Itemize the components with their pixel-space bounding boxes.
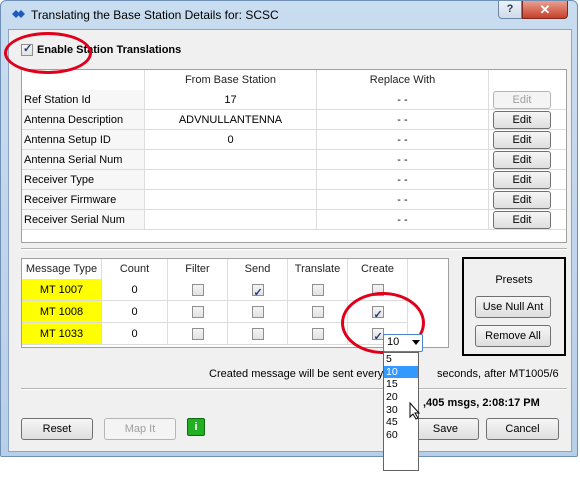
details-from-value: 0 [145,130,317,150]
interval-prefix-label: Created message will be sent every: [209,368,387,380]
interval-select[interactable]: 10 [383,334,423,352]
edit-button[interactable]: Edit [493,131,551,149]
use-null-ant-button[interactable]: Use Null Ant [475,296,551,318]
message-filter-cell [168,323,228,345]
message-translate-cell [288,279,348,301]
details-replace-value: - - [317,110,489,130]
details-row: Antenna Description ADVNULLANTENNA - - Edit [22,110,566,130]
message-send-cell [228,301,288,323]
column-header-replace: Replace With [317,70,489,90]
edit-button[interactable]: Edit [493,191,551,209]
details-row-label: Receiver Serial Num [22,210,145,230]
details-row: Antenna Serial Num - - Edit [22,150,566,170]
details-row: Receiver Type - - Edit [22,170,566,190]
remove-all-button[interactable]: Remove All [475,325,551,347]
edit-button[interactable]: Edit [493,171,551,189]
edit-button[interactable]: Edit [493,151,551,169]
map-it-button[interactable]: Map It [104,418,176,440]
message-filter-cell [168,279,228,301]
send-checkbox[interactable] [251,328,264,341]
message-type-cell: MT 1008 [22,301,102,323]
send-checkbox[interactable] [251,306,264,319]
column-header-count: Count [102,259,168,279]
divider [21,248,567,250]
details-from-value [145,190,317,210]
details-row-label: Receiver Type [22,170,145,190]
details-row: Receiver Firmware - - Edit [22,190,566,210]
send-checkbox[interactable] [251,282,264,304]
interval-suffix-label: seconds, after MT1005/6 [437,368,559,380]
details-from-value [145,210,317,230]
message-send-cell [228,279,288,304]
details-replace-value: - - [317,150,489,170]
presets-title: Presets [495,274,533,286]
translate-checkbox[interactable] [311,306,324,319]
message-type-cell: MT 1007 [22,279,102,301]
help-button[interactable]: ? [498,1,522,19]
window-title: Translating the Base Station Details for… [31,8,279,22]
details-from-value [145,170,317,190]
mouse-cursor-icon [409,402,421,420]
column-header-send: Send [228,259,288,279]
interval-option[interactable]: 15 [384,378,418,391]
interval-option[interactable]: 5 [384,353,418,366]
reset-button[interactable]: Reset [21,418,93,440]
translate-checkbox[interactable] [311,284,324,297]
dialog-body: Enable Station Translations From Base St… [8,29,572,452]
column-header-filter: Filter [168,259,228,279]
details-row: Antenna Setup ID 0- - Edit [22,130,566,150]
dialog-window: Translating the Base Station Details for… [0,0,578,457]
app-diamond-icon [12,10,25,18]
interval-select-value: 10 [387,336,400,348]
details-from-value: 17 [145,90,317,110]
details-row-label: Ref Station Id [22,90,145,110]
column-header-message-type: Message Type [22,259,102,279]
details-row: Receiver Serial Num - - Edit [22,210,566,230]
details-header-action [489,70,566,90]
details-replace-value: - - [317,170,489,190]
column-header-from: From Base Station [145,70,317,90]
column-header-create: Create [348,259,408,279]
details-from-value: ADVNULLANTENNA [145,110,317,130]
details-row-label: Antenna Serial Num [22,150,145,170]
column-header-translate: Translate [288,259,348,279]
info-button[interactable]: i [187,418,205,436]
interval-option[interactable]: 10 [384,365,418,379]
edit-button[interactable]: Edit [493,111,551,129]
message-filter-cell [168,301,228,323]
chevron-down-icon [412,340,420,345]
message-send-cell [228,323,288,345]
filter-checkbox[interactable] [191,306,204,319]
details-row: Ref Station Id 17- - Edit [22,90,566,110]
message-translate-cell [288,301,348,323]
details-from-value [145,150,317,170]
message-count-cell: 0 [102,323,168,345]
presets-panel: Presets Use Null Ant Remove All [462,257,566,356]
message-count-cell: 0 [102,279,168,301]
title-bar[interactable]: Translating the Base Station Details for… [1,1,577,29]
status-message-count: ,405 msgs, 2:08:17 PM [423,397,540,409]
edit-button[interactable]: Edit [493,211,551,229]
message-translate-cell [288,323,348,345]
close-button[interactable]: ✕ [522,1,568,19]
edit-button[interactable]: Edit [493,91,551,109]
details-row-label: Receiver Firmware [22,190,145,210]
message-type-cell: MT 1033 [22,323,102,345]
divider [21,388,567,390]
filter-checkbox[interactable] [191,328,204,341]
station-details-table: From Base Station Replace With Ref Stati… [21,69,567,243]
details-replace-value: - - [317,210,489,230]
cancel-button[interactable]: Cancel [486,418,559,440]
interval-option[interactable]: 60 [384,429,418,442]
annotation-ellipse [4,32,92,74]
filter-checkbox[interactable] [191,284,204,297]
details-replace-value: - - [317,130,489,150]
translate-checkbox[interactable] [311,328,324,341]
details-row-label: Antenna Setup ID [22,130,145,150]
details-replace-value: - - [317,190,489,210]
details-replace-value: - - [317,90,489,110]
details-row-label: Antenna Description [22,110,145,130]
message-count-cell: 0 [102,301,168,323]
